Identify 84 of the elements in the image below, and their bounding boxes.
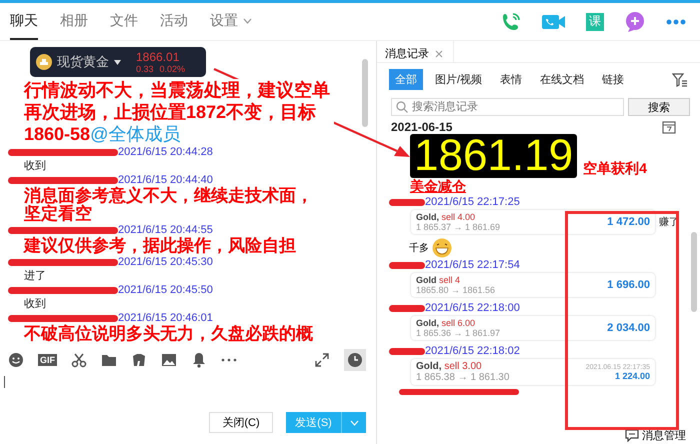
history-button[interactable] bbox=[344, 349, 366, 371]
trade-profit: 1 696.00 bbox=[607, 279, 650, 291]
trade-side: sell 6.00 bbox=[440, 318, 476, 328]
folder-icon[interactable] bbox=[101, 352, 117, 368]
expand-icon[interactable] bbox=[314, 352, 330, 368]
message-time: 2021/6/15 20:44:55 bbox=[118, 224, 213, 236]
filter-tab[interactable]: 在线文档 bbox=[534, 69, 590, 90]
message-time: 2021/6/15 20:44:40 bbox=[118, 174, 213, 186]
filter-tab[interactable]: 表情 bbox=[494, 69, 528, 90]
trade-prices: 1 865.38 → 1 861.30 bbox=[416, 372, 510, 383]
caret-icon bbox=[350, 420, 358, 426]
message-text: 收到 bbox=[24, 159, 47, 173]
redaction-mark bbox=[389, 348, 425, 354]
message-text: 千多 bbox=[409, 242, 429, 255]
trade-profit: 1 224.00 bbox=[614, 370, 650, 380]
search-field[interactable]: 搜索消息记录 bbox=[391, 98, 624, 116]
scrollbar[interactable] bbox=[691, 232, 697, 312]
trade-side: sell 4 bbox=[438, 275, 460, 285]
alert-message: 建议仅供参考，据此操作，风险自担 bbox=[24, 237, 297, 255]
chat-bubble-icon bbox=[625, 429, 639, 442]
trade-symbol: Gold, bbox=[416, 361, 442, 372]
message-time: 2021/6/15 20:45:50 bbox=[118, 284, 213, 296]
add-bubble-icon[interactable] bbox=[624, 10, 646, 32]
more-icon[interactable] bbox=[666, 18, 686, 24]
chat-tab[interactable]: 设置 bbox=[210, 3, 252, 40]
ticker-name: 现货黄金 bbox=[57, 53, 109, 71]
filter-tab[interactable]: 链接 bbox=[596, 69, 630, 90]
calendar-icon[interactable] bbox=[662, 120, 676, 134]
close-button[interactable]: 关闭(C) bbox=[209, 412, 273, 433]
grin-emoji-icon bbox=[432, 238, 452, 258]
annotation-text: 美金减仓 bbox=[410, 178, 467, 195]
ticker-price: 1866.01 bbox=[136, 50, 180, 64]
message-time: 2021/6/15 22:18:02 bbox=[425, 345, 520, 357]
scrollbar[interactable] bbox=[362, 59, 368, 127]
message-time: 2021/6/15 22:17:25 bbox=[425, 196, 520, 208]
chat-tab[interactable]: 聊天 bbox=[10, 3, 38, 40]
ticker-change: 0.33 bbox=[136, 64, 154, 74]
trade-prices: 1 865.36 → 1 861.97 bbox=[416, 328, 500, 338]
message-text: 进了 bbox=[24, 269, 47, 283]
search-icon bbox=[396, 101, 408, 113]
price-display: 1861.19 bbox=[410, 134, 578, 178]
message-time: 2021/6/15 20:45:30 bbox=[118, 256, 213, 268]
trade-profit: 2 034.00 bbox=[607, 322, 650, 334]
redaction-mark bbox=[389, 198, 425, 206]
emoji-icon[interactable] bbox=[8, 352, 24, 368]
filter-tab[interactable]: 图片/视频 bbox=[429, 69, 488, 90]
search-button[interactable]: 搜索 bbox=[628, 98, 690, 116]
filter-icon[interactable] bbox=[672, 72, 688, 86]
trade-prices: 1865.80 → 1861.56 bbox=[416, 285, 496, 295]
coin-icon bbox=[36, 54, 52, 70]
image-icon[interactable] bbox=[161, 352, 177, 368]
alert-message: 消息面参考意义不大，继续走技术面，坚定看空 bbox=[24, 187, 314, 223]
message-time: 2021/6/15 20:46:01 bbox=[118, 312, 213, 324]
alert-message: 行情波动不大，当震荡处理，建议空单再次进场，止损位置1872不变，目标1860-58@全体成员 bbox=[24, 79, 334, 145]
clock-icon bbox=[347, 352, 363, 368]
trade-symbol: Gold, bbox=[416, 212, 439, 222]
date-label: 2021-06-15 bbox=[391, 120, 452, 134]
bell-icon[interactable] bbox=[191, 352, 207, 368]
caret-icon bbox=[114, 60, 121, 64]
redaction-mark bbox=[389, 304, 425, 312]
trade-symbol: Gold bbox=[416, 275, 436, 285]
message-time: 2021/6/15 22:17:54 bbox=[425, 259, 520, 271]
chat-tab[interactable]: 相册 bbox=[60, 3, 88, 40]
alert-message: 不破高位说明多头无力，久盘必跌的概 bbox=[24, 325, 314, 343]
message-manager-button[interactable]: 消息管理 bbox=[625, 427, 686, 444]
trade-side: sell 4.00 bbox=[440, 212, 476, 222]
annotation-text: 空单获利4 bbox=[583, 160, 647, 178]
scissors-icon[interactable] bbox=[71, 352, 87, 368]
shirt-icon[interactable] bbox=[131, 352, 147, 368]
trade-prices: 1 865.37 → 1 861.69 bbox=[416, 222, 500, 232]
chat-tab[interactable]: 文件 bbox=[110, 3, 138, 40]
redaction-mark bbox=[389, 262, 425, 268]
history-tab[interactable]: 消息记录 bbox=[377, 41, 454, 62]
trade-symbol: Gold, bbox=[416, 318, 439, 328]
trade-side: sell 3.00 bbox=[443, 361, 482, 372]
chat-tab[interactable]: 活动 bbox=[160, 3, 188, 40]
message-time: 2021/6/15 22:18:00 bbox=[425, 302, 520, 314]
ticker-percent: 0.02% bbox=[160, 64, 186, 74]
phone-icon[interactable] bbox=[500, 10, 522, 32]
message-time: 2021/6/15 20:44:28 bbox=[118, 146, 213, 158]
message-text: 收到 bbox=[24, 297, 47, 311]
close-icon[interactable] bbox=[435, 50, 443, 58]
gif-button[interactable]: GIF bbox=[38, 354, 57, 366]
trade-profit: 1 472.00 bbox=[607, 216, 650, 228]
